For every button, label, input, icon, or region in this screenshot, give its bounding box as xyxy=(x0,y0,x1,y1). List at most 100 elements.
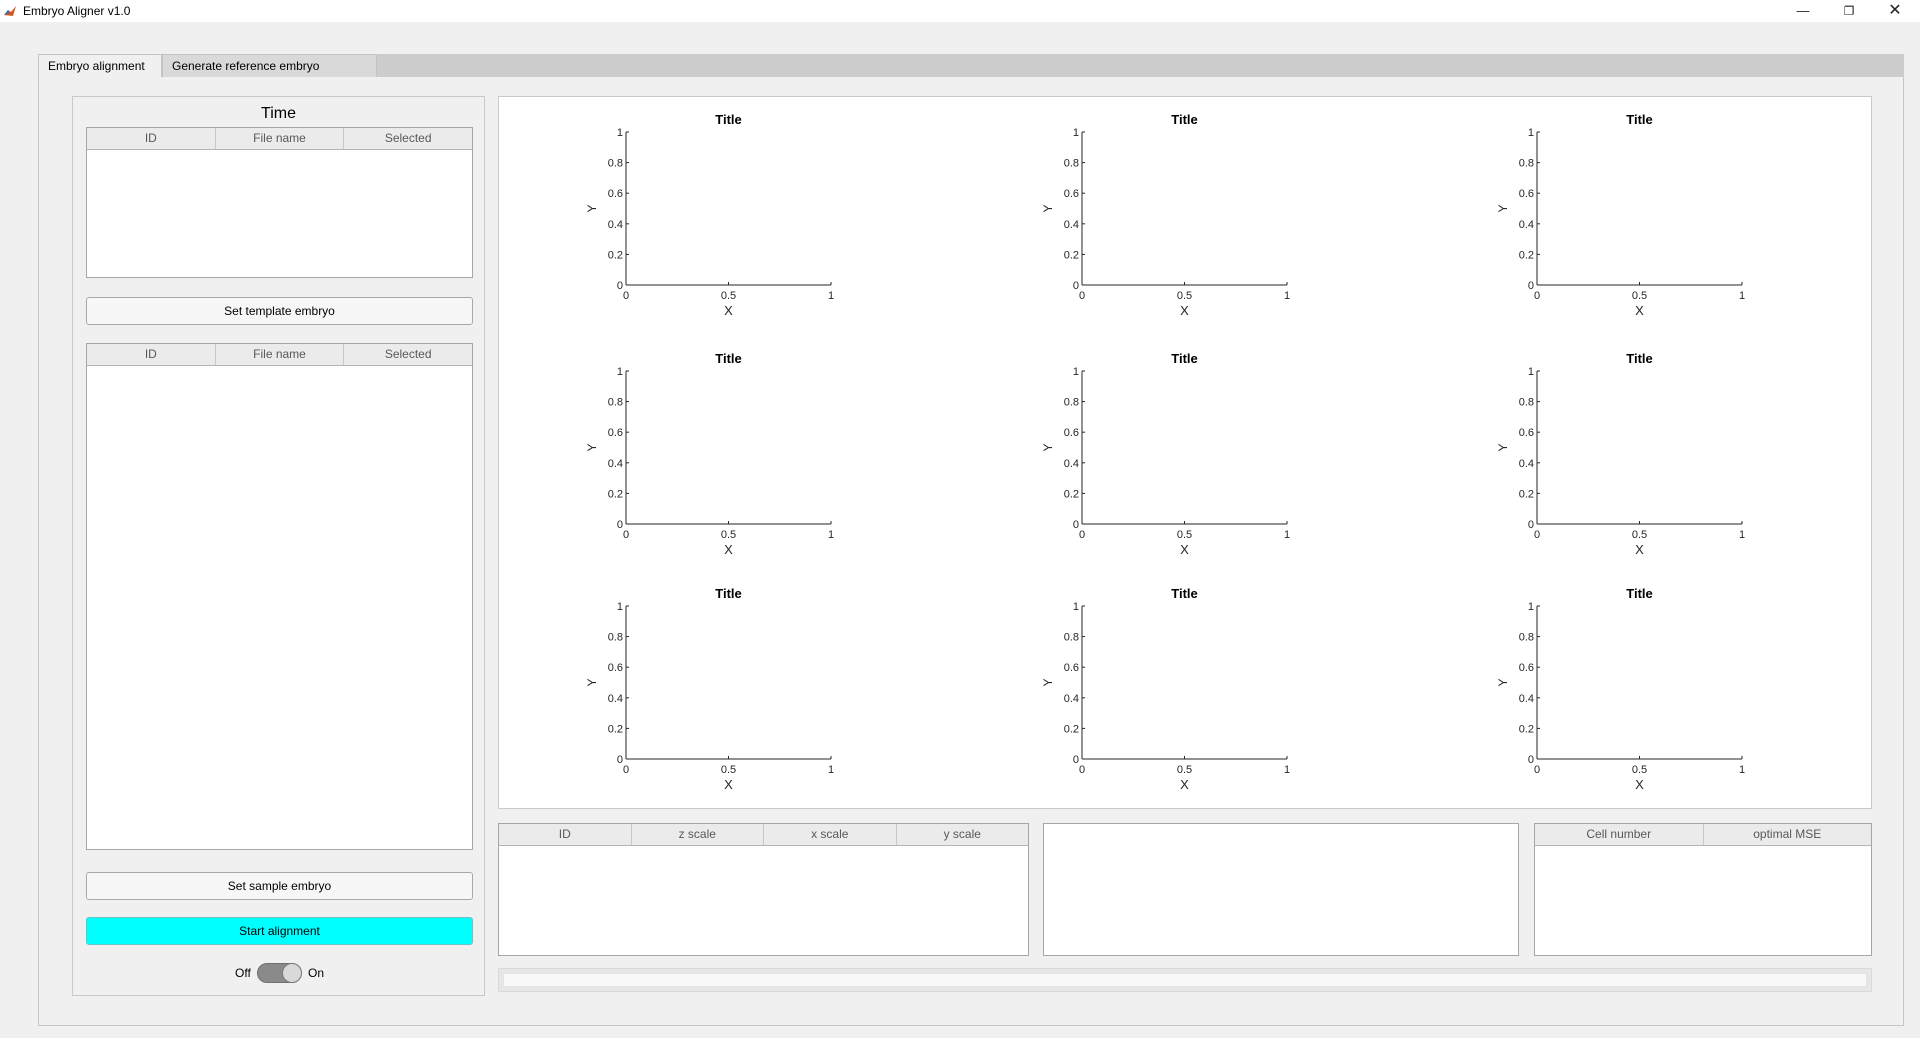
y-tick-label: 1 xyxy=(1528,127,1534,139)
x-tick-label: 0 xyxy=(1534,529,1540,541)
plot-title: Title xyxy=(1626,112,1653,127)
x-axis-label: X xyxy=(724,303,733,318)
progress-bar xyxy=(498,968,1872,992)
window-title: Embryo Aligner v1.0 xyxy=(23,4,131,18)
y-axis-label: Y xyxy=(1041,204,1055,212)
plot-title: Title xyxy=(1171,351,1198,366)
plot-title: Title xyxy=(1626,351,1653,366)
switch-off-label: Off xyxy=(235,966,251,980)
table-header: ID File name Selected xyxy=(87,344,472,366)
y-tick-label: 0.4 xyxy=(608,458,623,470)
x-tick-label: 0 xyxy=(1534,290,1540,302)
table-header: ID z scale x scale y scale xyxy=(499,824,1028,846)
column-header-file-name[interactable]: File name xyxy=(216,128,345,149)
y-tick-label: 0.4 xyxy=(1519,693,1534,705)
table-header: ID File name Selected xyxy=(87,128,472,150)
y-tick-label: 1 xyxy=(617,127,623,139)
x-tick-label: 0 xyxy=(623,764,629,776)
y-tick-label: 0.2 xyxy=(1519,249,1534,261)
output-text-area[interactable] xyxy=(1043,823,1519,956)
switch-on-label: On xyxy=(308,966,325,980)
plot-title: Title xyxy=(715,351,742,366)
column-header-id[interactable]: ID xyxy=(499,824,632,845)
template-embryo-table[interactable]: ID File name Selected xyxy=(86,127,473,278)
mse-table[interactable]: Cell number optimal MSE xyxy=(1534,823,1872,956)
y-tick-label: 0.8 xyxy=(608,158,623,170)
column-header-selected[interactable]: Selected xyxy=(344,128,472,149)
y-axis-label: Y xyxy=(1041,678,1055,686)
x-tick-label: 0 xyxy=(623,290,629,302)
x-axis-label: X xyxy=(1180,542,1189,557)
y-tick-label: 1 xyxy=(1073,127,1079,139)
column-header-selected[interactable]: Selected xyxy=(344,344,472,365)
switch-knob[interactable] xyxy=(282,963,302,983)
x-tick-label: 1 xyxy=(828,764,834,776)
x-axis-label: X xyxy=(724,777,733,792)
progress-bar-track xyxy=(503,973,1867,987)
y-tick-label: 0.2 xyxy=(1064,723,1079,735)
set-template-embryo-button[interactable]: Set template embryo xyxy=(86,297,473,325)
x-tick-label: 0 xyxy=(1079,290,1085,302)
plot-title: Title xyxy=(1171,586,1198,601)
x-tick-label: 0.5 xyxy=(1177,764,1192,776)
x-tick-label: 0.5 xyxy=(721,529,736,541)
column-header-y-scale[interactable]: y scale xyxy=(897,824,1029,845)
y-tick-label: 0.2 xyxy=(1064,249,1079,261)
x-tick-label: 1 xyxy=(1284,529,1290,541)
y-tick-label: 0.2 xyxy=(608,249,623,261)
y-tick-label: 0.6 xyxy=(608,427,623,439)
table-header: Cell number optimal MSE xyxy=(1535,824,1871,846)
minimize-button[interactable]: — xyxy=(1780,0,1826,22)
sample-embryo-table[interactable]: ID File name Selected xyxy=(86,343,473,850)
y-tick-label: 1 xyxy=(1528,601,1534,613)
column-header-file-name[interactable]: File name xyxy=(216,344,345,365)
scale-table[interactable]: ID z scale x scale y scale xyxy=(498,823,1029,956)
y-axis-label: Y xyxy=(1496,204,1510,212)
x-tick-label: 1 xyxy=(1739,764,1745,776)
y-tick-label: 0.6 xyxy=(1519,662,1534,674)
plot-title: Title xyxy=(1171,112,1198,127)
y-tick-label: 0.4 xyxy=(1064,458,1079,470)
x-tick-label: 0.5 xyxy=(721,764,736,776)
column-header-cell-number[interactable]: Cell number xyxy=(1535,824,1704,845)
close-button[interactable]: ✕ xyxy=(1872,0,1918,22)
restore-button[interactable]: ❐ xyxy=(1826,0,1872,22)
column-header-z-scale[interactable]: z scale xyxy=(632,824,764,845)
y-axis-label: Y xyxy=(1496,678,1510,686)
y-tick-label: 0.2 xyxy=(1519,723,1534,735)
y-tick-label: 0.4 xyxy=(1064,219,1079,231)
x-tick-label: 0.5 xyxy=(1177,529,1192,541)
x-tick-label: 0 xyxy=(623,529,629,541)
y-tick-label: 0.8 xyxy=(1064,158,1079,170)
x-axis-label: X xyxy=(1635,303,1644,318)
x-tick-label: 1 xyxy=(828,529,834,541)
column-header-x-scale[interactable]: x scale xyxy=(764,824,897,845)
start-alignment-button[interactable]: Start alignment xyxy=(86,917,473,945)
plot-title: Title xyxy=(715,586,742,601)
column-header-id[interactable]: ID xyxy=(87,128,216,149)
x-tick-label: 1 xyxy=(1739,290,1745,302)
set-sample-embryo-button[interactable]: Set sample embryo xyxy=(86,872,473,900)
y-tick-label: 0.8 xyxy=(1519,397,1534,409)
column-header-id[interactable]: ID xyxy=(87,344,216,365)
x-tick-label: 0.5 xyxy=(1632,290,1647,302)
y-tick-label: 0.8 xyxy=(1064,632,1079,644)
column-header-optimal-mse[interactable]: optimal MSE xyxy=(1704,824,1872,845)
y-tick-label: 1 xyxy=(1073,601,1079,613)
y-tick-label: 1 xyxy=(617,601,623,613)
y-tick-label: 0.6 xyxy=(1064,188,1079,200)
y-tick-label: 0.8 xyxy=(1064,397,1079,409)
x-axis-label: X xyxy=(1180,777,1189,792)
time-panel: Time ID File name Selected Set template … xyxy=(72,96,485,996)
matlab-app-icon xyxy=(3,4,17,18)
y-tick-label: 0.6 xyxy=(608,188,623,200)
x-axis-label: X xyxy=(724,542,733,557)
plot-title: Title xyxy=(715,112,742,127)
y-tick-label: 0.4 xyxy=(1519,458,1534,470)
tab-embryo-alignment[interactable]: Embryo alignment xyxy=(38,54,162,78)
x-axis-label: X xyxy=(1180,303,1189,318)
x-tick-label: 1 xyxy=(1284,764,1290,776)
y-tick-label: 0.8 xyxy=(1519,158,1534,170)
y-tick-label: 0.8 xyxy=(608,632,623,644)
tab-generate-reference-embryo[interactable]: Generate reference embryo xyxy=(162,54,377,78)
